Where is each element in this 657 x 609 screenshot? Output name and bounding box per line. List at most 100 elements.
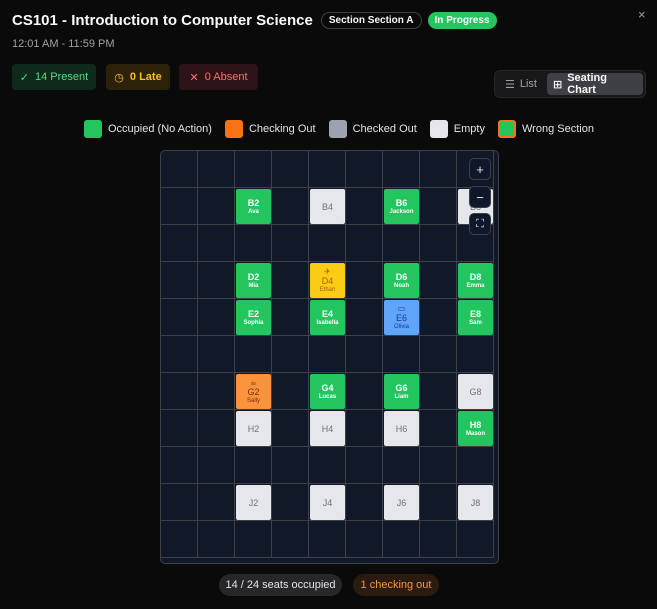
legend-label: Checking Out	[248, 123, 316, 135]
grid-cell	[346, 410, 383, 447]
seat-code: H8	[469, 419, 482, 430]
seat-code: D4	[321, 275, 334, 286]
seat-code: D2	[247, 271, 260, 282]
seat-g8[interactable]: G8	[458, 374, 493, 409]
grid-cell	[272, 151, 309, 188]
grid-cell	[309, 225, 346, 262]
grid-cell	[161, 225, 198, 262]
student-name: Lucas	[318, 393, 337, 400]
seat-h2[interactable]: H2	[236, 411, 271, 446]
seat-code: D8	[469, 271, 482, 282]
seat-j6[interactable]: J6	[384, 485, 419, 520]
grid-cell	[346, 447, 383, 484]
student-name: Mia	[248, 282, 259, 289]
coffee-icon: ☕	[249, 377, 258, 387]
student-name: Isabella	[316, 319, 339, 326]
grid-cell	[346, 188, 383, 225]
grid-cell	[420, 336, 457, 373]
grid-cell	[161, 151, 198, 188]
seat-h8[interactable]: H8 Mason	[458, 411, 493, 446]
fit-view-button[interactable]: ⛶	[469, 213, 491, 235]
grid-cell	[272, 336, 309, 373]
late-stat: ◷ 0 Late	[106, 64, 170, 90]
student-name: Ava	[248, 208, 259, 215]
seat-code: H2	[247, 423, 260, 434]
seat-code: B2	[247, 197, 260, 208]
close-icon[interactable]: ×	[638, 7, 646, 22]
seat-code: B4	[321, 201, 333, 212]
grid-cell	[420, 484, 457, 521]
seat-h6[interactable]: H6	[384, 411, 419, 446]
section-badge: Section Section A	[320, 12, 422, 29]
seat-b6[interactable]: B6 Jackson	[384, 189, 419, 224]
seat-e2[interactable]: E2 Sophia	[236, 300, 271, 335]
absent-stat: ✕ 0 Absent	[179, 64, 258, 90]
grid-cell	[235, 336, 272, 373]
seat-e4[interactable]: E4 Isabella	[310, 300, 345, 335]
list-view-button[interactable]: ☰ List	[501, 73, 541, 95]
zoom-out-button[interactable]: −	[469, 186, 491, 208]
view-toggle: ☰ List ⊞ Seating Chart	[494, 70, 646, 98]
grid-cell	[346, 521, 383, 558]
grid-cell	[161, 447, 198, 484]
grid-cell	[309, 447, 346, 484]
grid-cell	[457, 521, 494, 558]
list-view-label: List	[519, 78, 537, 90]
zoom-in-button[interactable]: +	[469, 158, 491, 180]
present-label: 14 Present	[35, 71, 89, 83]
seat-b2[interactable]: B2 Ava	[236, 189, 271, 224]
grid-cell	[272, 188, 309, 225]
grid-cell	[346, 225, 383, 262]
seat-j2[interactable]: J2	[236, 485, 271, 520]
student-name: Olivia	[393, 323, 409, 330]
grid-cell	[420, 262, 457, 299]
grid-cell	[346, 299, 383, 336]
grid-cell	[346, 151, 383, 188]
seat-b4[interactable]: B4	[310, 189, 345, 224]
seat-code: G8	[469, 386, 482, 397]
student-name: Sophia	[243, 319, 264, 326]
grid-cell	[235, 447, 272, 484]
check-icon: ✓	[19, 71, 29, 84]
seat-code: E2	[247, 308, 259, 319]
grid-cell	[457, 336, 494, 373]
seat-j4[interactable]: J4	[310, 485, 345, 520]
legend-swatch	[328, 120, 347, 138]
grid-cell	[161, 188, 198, 225]
student-name: Emma	[466, 282, 485, 289]
grid-cell	[272, 484, 309, 521]
seat-g4[interactable]: G4 Lucas	[310, 374, 345, 409]
seat-code: J6	[396, 497, 407, 508]
seat-code: G4	[321, 382, 334, 393]
list-icon: ☰	[505, 78, 515, 91]
grid-cell	[346, 373, 383, 410]
grid-cell	[198, 521, 235, 558]
grid-cell	[235, 521, 272, 558]
seat-d8[interactable]: D8 Emma	[458, 263, 493, 298]
grid-cell	[272, 225, 309, 262]
grid-icon: ⊞	[553, 78, 563, 91]
legend-item-checked-out: Checked Out	[328, 120, 417, 138]
seat-code: G2	[247, 386, 260, 397]
legend-item-wrong-section: Wrong Section	[497, 120, 594, 138]
grid-cell	[235, 151, 272, 188]
seat-e8[interactable]: E8 Sam	[458, 300, 493, 335]
legend-label: Occupied (No Action)	[108, 123, 212, 135]
grid-cell	[383, 447, 420, 484]
legend-item-empty: Empty	[429, 120, 485, 138]
seat-d6[interactable]: D6 Noah	[384, 263, 419, 298]
student-name: Sam	[469, 319, 482, 326]
seat-code: E6	[395, 312, 407, 323]
grid-cell	[383, 225, 420, 262]
seat-d2[interactable]: D2 Mia	[236, 263, 271, 298]
seat-e6[interactable]: ▭ E6 Olivia	[384, 300, 419, 335]
seat-d4[interactable]: ✈ D4 Ethan	[310, 263, 345, 298]
seat-g6[interactable]: G6 Liam	[384, 374, 419, 409]
clock-icon: ◷	[114, 71, 124, 84]
seat-j8[interactable]: J8	[458, 485, 493, 520]
grid-cell	[198, 447, 235, 484]
seat-h4[interactable]: H4	[310, 411, 345, 446]
page-title: CS101 - Introduction to Computer Science	[12, 12, 313, 29]
seating-chart-view-button[interactable]: ⊞ Seating Chart	[547, 72, 643, 96]
seat-g2[interactable]: ☕ G2 Sally	[236, 374, 271, 409]
